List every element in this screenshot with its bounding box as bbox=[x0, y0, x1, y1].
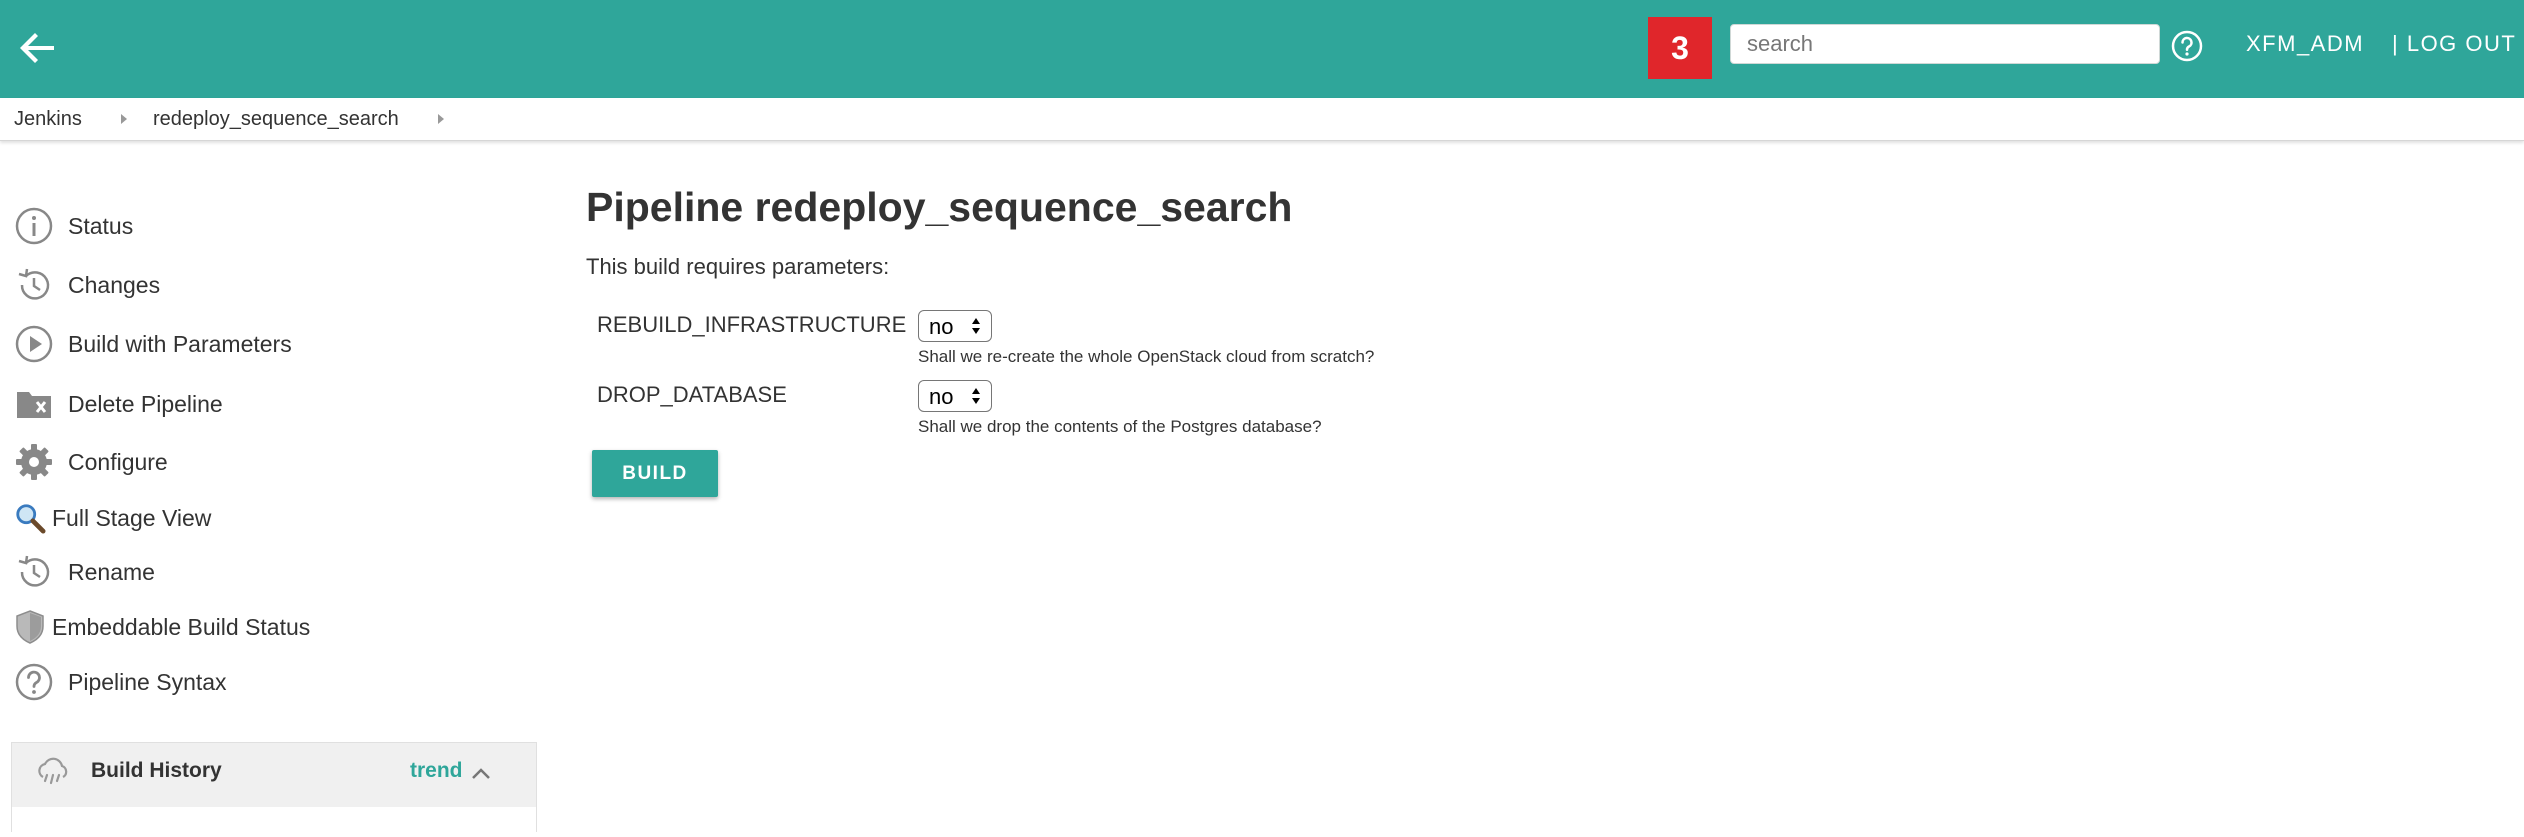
chevron-up-icon[interactable] bbox=[468, 761, 494, 787]
build-history-panel: Build History trend bbox=[11, 742, 537, 837]
param-description: Shall we drop the contents of the Postgr… bbox=[918, 417, 1322, 436]
play-icon bbox=[14, 324, 54, 364]
folder-delete-icon bbox=[14, 384, 54, 424]
info-icon bbox=[14, 206, 54, 246]
cloud-rain-icon bbox=[38, 757, 68, 785]
drop-database-select[interactable]: no bbox=[918, 380, 992, 412]
sidebar-item-rename[interactable]: Rename bbox=[14, 550, 155, 594]
shield-icon bbox=[14, 607, 46, 647]
user-link[interactable]: XFM_ADM bbox=[2246, 31, 2364, 57]
param-name-drop-database: DROP_DATABASE bbox=[597, 382, 787, 407]
sidebar-item-label: Rename bbox=[68, 558, 155, 585]
sidebar-item-label: Configure bbox=[68, 448, 168, 475]
build-button[interactable]: BUILD bbox=[592, 450, 718, 497]
sidebar-item-full-stage-view[interactable]: Full Stage View bbox=[14, 496, 211, 540]
history-icon bbox=[14, 552, 54, 592]
back-arrow-icon[interactable] bbox=[14, 24, 62, 72]
param-description: Shall we re-create the whole OpenStack c… bbox=[918, 347, 1375, 366]
help-icon[interactable] bbox=[2170, 29, 2204, 63]
gear-icon bbox=[14, 442, 54, 482]
sidebar-item-build-with-parameters[interactable]: Build with Parameters bbox=[14, 322, 292, 366]
sidebar-item-label: Status bbox=[68, 212, 134, 239]
breadcrumb: Jenkins redeploy_sequence_search bbox=[0, 98, 2524, 141]
build-history-list bbox=[12, 807, 536, 837]
build-history-title: Build History bbox=[91, 759, 222, 782]
sidebar-item-label: Delete Pipeline bbox=[68, 390, 223, 417]
breadcrumb-jenkins[interactable]: Jenkins bbox=[14, 108, 82, 131]
breadcrumb-chevron-icon[interactable] bbox=[438, 114, 444, 124]
search-input[interactable] bbox=[1730, 24, 2160, 64]
logout-link[interactable]: | LOG OUT bbox=[2392, 31, 2516, 57]
sidebar-item-embeddable-build-status[interactable]: Embeddable Build Status bbox=[14, 605, 310, 649]
sidebar-item-label: Pipeline Syntax bbox=[68, 668, 227, 695]
breadcrumb-pipeline[interactable]: redeploy_sequence_search bbox=[153, 108, 399, 131]
sidebar-item-pipeline-syntax[interactable]: Pipeline Syntax bbox=[14, 660, 227, 704]
trend-link[interactable]: trend bbox=[410, 759, 463, 783]
sidebar-item-label: Build with Parameters bbox=[68, 330, 292, 357]
breadcrumb-chevron-icon[interactable] bbox=[121, 114, 127, 124]
sidebar-item-changes[interactable]: Changes bbox=[14, 263, 160, 307]
sidebar-item-label: Changes bbox=[68, 271, 161, 298]
sidebar-item-delete-pipeline[interactable]: Delete Pipeline bbox=[14, 382, 223, 426]
help-icon bbox=[14, 662, 54, 702]
page-title: Pipeline redeploy_sequence_search bbox=[586, 184, 1293, 230]
param-name-rebuild-infrastructure: REBUILD_INFRASTRUCTURE bbox=[597, 312, 907, 337]
top-bar: 3 XFM_ADM | LOG OUT bbox=[0, 0, 2524, 98]
history-icon bbox=[14, 265, 54, 305]
rebuild-infrastructure-select[interactable]: no bbox=[918, 310, 992, 342]
parameters-intro: This build requires parameters: bbox=[586, 254, 890, 279]
magnifier-icon bbox=[14, 498, 46, 538]
sidebar-item-label: Embeddable Build Status bbox=[52, 613, 311, 640]
sidebar-item-configure[interactable]: Configure bbox=[14, 440, 168, 484]
sidebar-item-status[interactable]: Status bbox=[14, 204, 133, 248]
notification-badge[interactable]: 3 bbox=[1648, 17, 1712, 79]
sidebar-item-label: Full Stage View bbox=[52, 504, 212, 531]
